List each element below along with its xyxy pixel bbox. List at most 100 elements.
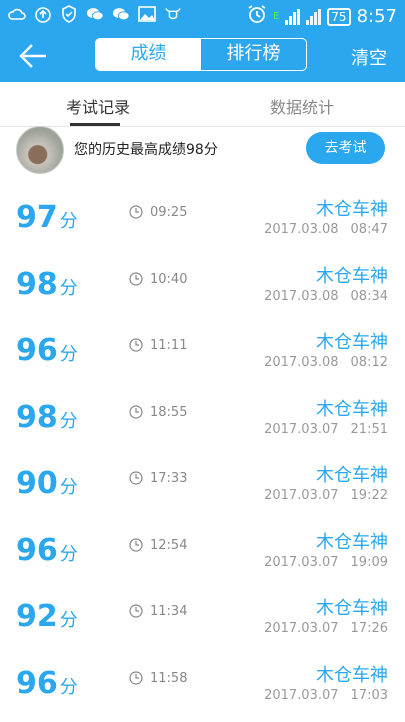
user-name: 木仓车神: [316, 598, 388, 619]
clock-icon: [129, 604, 143, 618]
clock-icon: [129, 404, 143, 419]
clock-icon: [129, 670, 143, 685]
exam-date: 2017.03.07: [264, 621, 339, 636]
tab-exam-records[interactable]: 考试记录: [66, 94, 130, 118]
cloud-upload-icon: [34, 5, 52, 23]
user-name: 木仓车神: [316, 332, 388, 353]
exam-date: 2017.03.07: [264, 554, 339, 570]
exam-date: 2017.03.07: [264, 687, 339, 703]
duration: 17:33: [150, 471, 188, 486]
wechat-icon: [86, 5, 104, 23]
user-name: 木仓车神: [316, 398, 388, 420]
exam-datetime: 2017.03.08 08:47: [264, 222, 388, 237]
exam-date: 2017.03.08: [264, 355, 339, 370]
score: 98 分: [16, 400, 78, 435]
exam-datetime: 2017.03.08 08:12: [264, 355, 388, 370]
alarm-icon: [247, 4, 267, 29]
best-score-text: 您的历史最高成绩98分: [74, 142, 218, 158]
tab-statistics[interactable]: 数据统计: [270, 94, 334, 118]
record-row[interactable]: 96 分 11:58 木仓车神 2017.03.07 17:03: [0, 656, 405, 722]
score-value: 98: [16, 399, 58, 435]
exam-time: 19:09: [350, 554, 388, 570]
segment-score[interactable]: 成绩: [96, 39, 201, 70]
app-bar: 成绩 排行榜 清空: [0, 30, 405, 82]
clock-icon: [129, 338, 143, 352]
score-unit: 分: [59, 344, 78, 365]
exam-datetime: 2017.03.07 19:09: [264, 555, 388, 570]
clock-icon: [129, 537, 143, 552]
exam-date: 2017.03.07: [264, 421, 339, 437]
exam-time: 08:12: [350, 355, 388, 370]
user-name: 木仓车神: [316, 531, 388, 553]
clock-icon: [129, 471, 143, 485]
status-icons-left: [8, 5, 182, 23]
duration: 18:55: [150, 404, 188, 420]
duration: 11:58: [150, 670, 188, 686]
score-value: 90: [16, 466, 58, 501]
exam-date: 2017.03.08: [264, 288, 339, 304]
battery-icon: 75: [327, 7, 351, 26]
network-type: E: [272, 11, 280, 22]
record-row[interactable]: 98 分 10:40 木仓车神 2017.03.08 08:34: [0, 257, 405, 323]
user-name: 木仓车神: [316, 265, 388, 287]
exam-time: 19:22: [350, 488, 388, 503]
record-row[interactable]: 96 分 12:54 木仓车神 2017.03.07 19:09: [0, 523, 405, 589]
record-row[interactable]: 97 分 09:25 木仓车神 2017.03.08 08:47: [0, 190, 405, 256]
status-bar: E 75 8:57: [0, 0, 405, 30]
exam-time: 08:34: [350, 288, 388, 304]
score-value: 92: [16, 599, 58, 634]
record-row[interactable]: 98 分 18:55 木仓车神 2017.03.07 21:51: [0, 390, 405, 456]
score-unit: 分: [59, 277, 78, 299]
duration: 09:25: [150, 205, 188, 220]
duration: 11:34: [150, 604, 188, 619]
exam-date: 2017.03.08: [264, 222, 339, 237]
score-unit: 分: [59, 410, 78, 432]
score-unit: 分: [59, 543, 78, 565]
clock-icon: [129, 271, 143, 286]
score-unit: 分: [59, 610, 78, 631]
segment-control: 成绩 排行榜: [95, 38, 307, 71]
exam-datetime: 2017.03.07 21:51: [264, 422, 388, 437]
avatar: [16, 126, 64, 174]
wechat-icon: [112, 5, 130, 23]
score: 90 分: [16, 466, 78, 501]
clock-icon: [129, 205, 143, 219]
profile-summary: 您的历史最高成绩98分 去考试: [0, 126, 405, 176]
score-value: 97: [16, 200, 58, 235]
status-icons-right: E 75 8:57: [247, 4, 397, 29]
exam-date: 2017.03.07: [264, 488, 339, 503]
score: 97 分: [16, 200, 78, 235]
score: 98 分: [16, 267, 78, 302]
take-exam-button[interactable]: 去考试: [306, 132, 385, 164]
score-unit: 分: [59, 211, 78, 232]
image-icon: [138, 5, 156, 23]
cloud-icon: [8, 5, 26, 23]
score-value: 96: [16, 532, 58, 568]
signal-icon: [306, 8, 322, 25]
score: 96 分: [16, 533, 78, 568]
duration: 10:40: [150, 271, 188, 287]
exam-time: 17:26: [350, 621, 388, 636]
exam-datetime: 2017.03.07 17:03: [264, 688, 388, 703]
signal-icon: [285, 8, 301, 25]
record-row[interactable]: 90 分 17:33 木仓车神 2017.03.07 19:22: [0, 456, 405, 522]
clear-button[interactable]: 清空: [351, 44, 387, 70]
score-unit: 分: [59, 676, 78, 698]
exam-time: 17:03: [350, 687, 388, 703]
user-name: 木仓车神: [316, 199, 388, 220]
shield-icon: [60, 5, 78, 23]
score-unit: 分: [59, 477, 78, 498]
user-name: 木仓车神: [316, 465, 388, 486]
arrow-left-icon: [19, 44, 46, 68]
exam-time: 08:47: [350, 222, 388, 237]
record-row[interactable]: 96 分 11:11 木仓车神 2017.03.08 08:12: [0, 323, 405, 389]
duration: 12:54: [150, 537, 188, 553]
bull-icon: [164, 5, 182, 23]
score: 96 分: [16, 333, 78, 368]
record-row[interactable]: 92 分 11:34 木仓车神 2017.03.07 17:26: [0, 589, 405, 655]
score: 92 分: [16, 599, 78, 634]
segment-ranking[interactable]: 排行榜: [201, 39, 306, 70]
score-value: 98: [16, 266, 58, 302]
back-button[interactable]: [18, 42, 48, 70]
duration: 11:11: [150, 338, 188, 353]
